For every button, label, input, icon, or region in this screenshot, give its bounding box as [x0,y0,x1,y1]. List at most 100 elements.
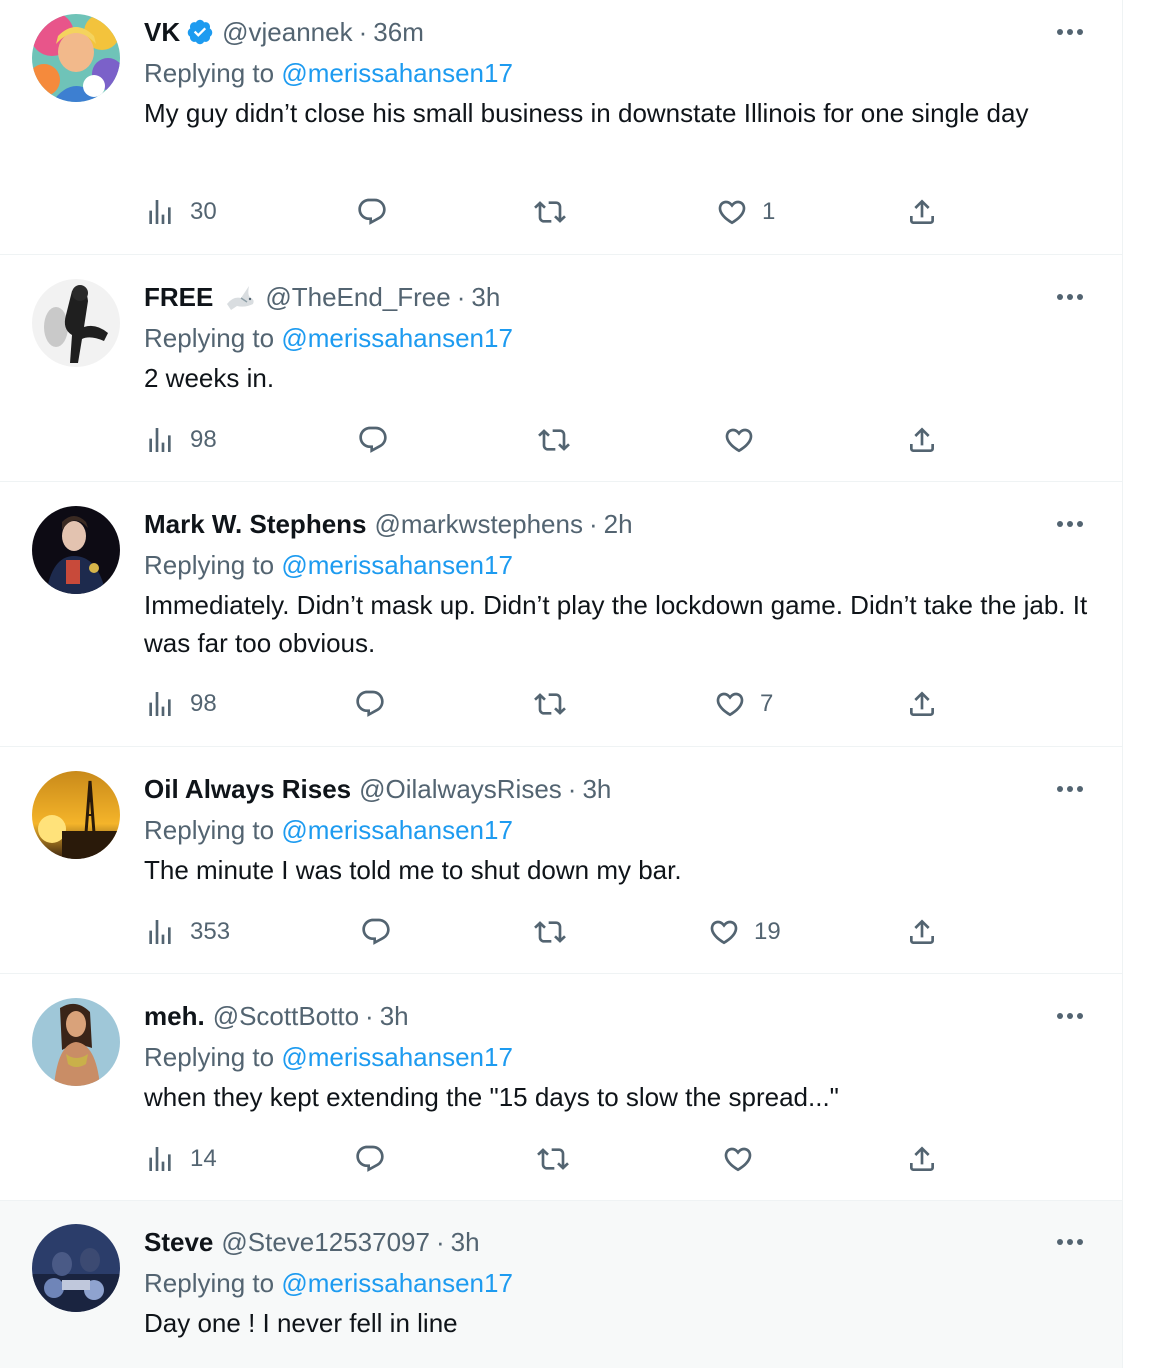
reply-button[interactable] [360,912,392,952]
reply-icon [359,426,387,453]
mention-link[interactable]: @merissahansen17 [281,815,513,845]
tweet-steve[interactable]: Steve @Steve12537097 · 3h Replying to @m… [0,1201,1122,1368]
display-name[interactable]: Mark W. Stephens [144,506,367,542]
views-button[interactable]: 98 [144,420,217,460]
retweet-button[interactable] [534,192,566,232]
timestamp[interactable]: 2h [604,506,633,542]
avatar-image [32,279,120,367]
share-button[interactable] [906,420,938,460]
user-handle[interactable]: @markwstephens [375,506,583,542]
share-button[interactable] [906,192,938,232]
like-button[interactable] [722,1139,754,1179]
tweet-mark-w-stephens[interactable]: Mark W. Stephens @markwstephens · 2h Rep… [0,492,1122,747]
reply-icon [356,690,384,717]
replying-to-label: Replying to [144,58,275,88]
replying-to-label: Replying to [144,550,275,580]
timestamp[interactable]: 3h [380,998,409,1034]
avatar[interactable] [32,1224,120,1312]
avatar[interactable] [32,279,120,367]
like-button[interactable]: 19 [708,912,781,952]
tweet-vk[interactable]: VK @vjeannek · 36m Replying to @merissah… [0,0,1122,255]
replying-to: Replying to @merissahansen17 [144,320,1092,356]
views-count: 14 [190,1145,217,1172]
heart-icon [716,692,744,717]
user-handle[interactable]: @Steve12537097 [221,1224,430,1260]
views-icon [149,200,171,224]
timestamp[interactable]: 3h [471,279,500,315]
tweet-text: Day one ! I never fell in line [144,1308,458,1338]
user-handle[interactable]: @OilalwaysRises [359,771,562,807]
views-count: 98 [190,690,217,717]
more-options-icon[interactable] [1050,508,1090,540]
retweet-button[interactable] [534,912,566,952]
avatar[interactable] [32,506,120,594]
share-button[interactable] [906,912,938,952]
more-options-icon[interactable] [1050,1226,1090,1258]
user-handle[interactable]: @ScottBotto [213,998,359,1034]
replying-to-label: Replying to [144,323,275,353]
views-icon [149,1147,171,1171]
more-options-icon[interactable] [1050,1000,1090,1032]
reply-button[interactable] [354,1139,386,1179]
display-name[interactable]: meh. [144,998,205,1034]
views-button[interactable]: 30 [144,192,217,232]
mention-link[interactable]: @merissahansen17 [281,550,513,580]
reply-button[interactable] [357,420,389,460]
retweet-icon [534,201,566,223]
action-bar: 98 [144,420,942,460]
retweet-button[interactable] [538,420,570,460]
display-name[interactable]: FREE [144,279,213,315]
reply-icon [362,918,390,945]
avatar[interactable] [32,998,120,1086]
action-bar: 14 [144,1139,942,1179]
user-handle[interactable]: @vjeannek [222,14,352,50]
tweet-free[interactable]: FREE @TheEnd_Free · 3h Replying to @meri… [0,265,1122,482]
mention-link[interactable]: @merissahansen17 [281,323,513,353]
avatar[interactable] [32,14,120,102]
share-button[interactable] [906,1139,938,1179]
replying-to-label: Replying to [144,815,275,845]
like-button[interactable]: 7 [714,684,773,724]
timestamp[interactable]: 36m [373,14,424,50]
avatar-image [32,506,120,594]
more-options-icon[interactable] [1050,773,1090,805]
retweet-button[interactable] [534,684,566,724]
timestamp[interactable]: 3h [582,771,611,807]
share-icon [910,919,934,944]
tweet-header: Steve @Steve12537097 · 3h [144,1224,1092,1260]
mention-link[interactable]: @merissahansen17 [281,58,513,88]
views-button[interactable]: 353 [144,912,230,952]
retweet-icon [534,921,566,943]
display-name[interactable]: Oil Always Rises [144,771,351,807]
share-icon [910,427,934,452]
reply-button[interactable] [356,192,388,232]
tweet-oil-always-rises[interactable]: Oil Always Rises @OilalwaysRises · 3h Re… [0,757,1122,974]
mention-link[interactable]: @merissahansen17 [281,1042,513,1072]
like-button[interactable] [723,420,755,460]
views-button[interactable]: 14 [144,1139,217,1179]
mention-link[interactable]: @merissahansen17 [281,1268,513,1298]
more-options-icon[interactable] [1050,16,1090,48]
likes-count: 1 [762,198,776,225]
separator-dot: · [567,774,577,804]
retweet-button[interactable] [537,1139,569,1179]
tweet-header: Mark W. Stephens @markwstephens · 2h [144,506,1092,542]
replying-to-label: Replying to [144,1268,275,1298]
more-options-icon[interactable] [1050,281,1090,313]
share-button[interactable] [906,684,938,724]
display-name[interactable]: VK [144,14,180,50]
avatar[interactable] [32,771,120,859]
user-handle[interactable]: @TheEnd_Free [265,279,450,315]
separator-dot: · [358,17,368,47]
reply-button[interactable] [354,684,386,724]
views-count: 98 [190,426,217,453]
reply-feed: VK @vjeannek · 36m Replying to @merissah… [0,0,1123,1368]
timestamp[interactable]: 3h [451,1224,480,1260]
like-button[interactable]: 1 [716,192,775,232]
replying-to: Replying to @merissahansen17 [144,1039,1092,1075]
tweet-meh[interactable]: meh. @ScottBotto · 3h Replying to @meris… [0,984,1122,1201]
views-button[interactable]: 98 [144,684,217,724]
display-name[interactable]: Steve [144,1224,213,1260]
separator-dot: · [588,509,598,539]
heart-icon [718,200,746,225]
